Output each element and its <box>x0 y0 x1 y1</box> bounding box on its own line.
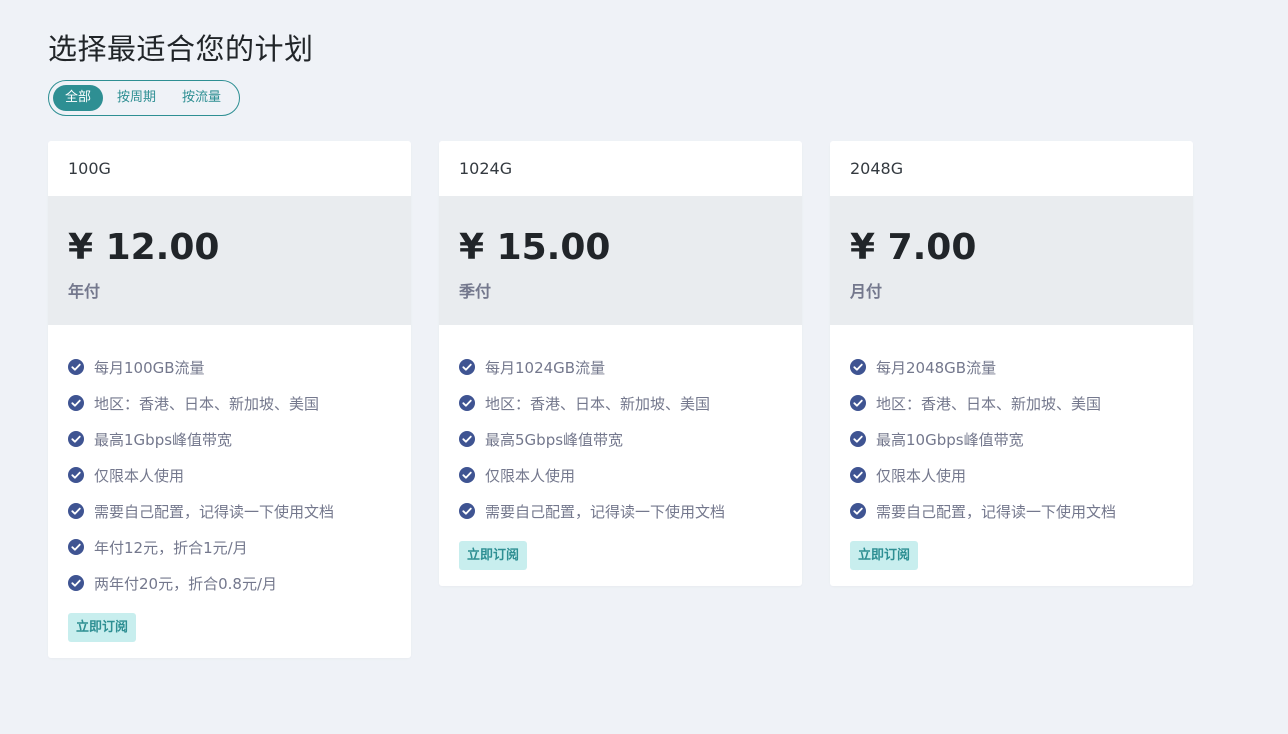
feature-item: 仅限本人使用 <box>459 457 782 493</box>
plan-cards: 100G ¥ 12.00 年付 每月100GB流量 地区：香港、日本、新加坡、美… <box>48 141 1221 658</box>
plan-price: ¥ 15.00 <box>459 227 611 268</box>
feature-text: 仅限本人使用 <box>485 466 576 485</box>
feature-text: 地区：香港、日本、新加坡、美国 <box>94 394 320 413</box>
feature-item: 最高1Gbps峰值带宽 <box>68 421 391 457</box>
feature-text: 最高5Gbps峰值带宽 <box>485 430 624 449</box>
feature-item: 最高5Gbps峰值带宽 <box>459 421 782 457</box>
feature-item: 最高10Gbps峰值带宽 <box>850 421 1173 457</box>
feature-text: 需要自己配置，记得读一下使用文档 <box>485 502 726 521</box>
plan-period: 季付 <box>459 282 492 301</box>
check-circle-icon <box>850 395 866 411</box>
check-circle-icon <box>68 503 84 519</box>
feature-text: 每月100GB流量 <box>94 358 205 377</box>
feature-item: 仅限本人使用 <box>850 457 1173 493</box>
check-circle-icon <box>68 395 84 411</box>
filter-by-period-button[interactable]: 按周期 <box>105 85 168 111</box>
plan-name: 2048G <box>850 159 904 178</box>
feature-text: 需要自己配置，记得读一下使用文档 <box>876 502 1117 521</box>
feature-text: 两年付20元，折合0.8元/月 <box>94 574 277 593</box>
plan-card-100g: 100G ¥ 12.00 年付 每月100GB流量 地区：香港、日本、新加坡、美… <box>48 141 411 658</box>
plan-price: ¥ 7.00 <box>850 227 977 268</box>
price-panel: ¥ 12.00 年付 <box>48 196 411 325</box>
check-circle-icon <box>850 503 866 519</box>
feature-item: 地区：香港、日本、新加坡、美国 <box>850 385 1173 421</box>
feature-item: 仅限本人使用 <box>68 457 391 493</box>
feature-item: 需要自己配置，记得读一下使用文档 <box>850 493 1173 529</box>
feature-text: 最高10Gbps峰值带宽 <box>876 430 1024 449</box>
check-circle-icon <box>850 467 866 483</box>
plan-period: 月付 <box>850 282 883 301</box>
feature-item: 两年付20元，折合0.8元/月 <box>68 565 391 601</box>
feature-item: 需要自己配置，记得读一下使用文档 <box>68 493 391 529</box>
feature-text: 最高1Gbps峰值带宽 <box>94 430 233 449</box>
check-circle-icon <box>68 359 84 375</box>
feature-item: 地区：香港、日本、新加坡、美国 <box>68 385 391 421</box>
check-circle-icon <box>459 359 475 375</box>
subscribe-button[interactable]: 立即订阅 <box>850 541 919 570</box>
check-circle-icon <box>68 467 84 483</box>
subscribe-button[interactable]: 立即订阅 <box>68 613 137 642</box>
filter-all-button[interactable]: 全部 <box>53 85 104 111</box>
plan-name: 100G <box>68 159 111 178</box>
check-circle-icon <box>459 503 475 519</box>
check-circle-icon <box>459 431 475 447</box>
feature-list: 每月100GB流量 地区：香港、日本、新加坡、美国 最高1Gbps峰值带宽 仅限… <box>48 325 411 601</box>
feature-item: 地区：香港、日本、新加坡、美国 <box>459 385 782 421</box>
plan-period: 年付 <box>68 282 101 301</box>
check-circle-icon <box>68 539 84 555</box>
feature-item: 需要自己配置，记得读一下使用文档 <box>459 493 782 529</box>
plan-filter-group: 全部 按周期 按流量 <box>48 80 241 116</box>
feature-list: 每月1024GB流量 地区：香港、日本、新加坡、美国 最高5Gbps峰值带宽 仅… <box>439 325 802 529</box>
feature-text: 仅限本人使用 <box>94 466 185 485</box>
feature-list: 每月2048GB流量 地区：香港、日本、新加坡、美国 最高10Gbps峰值带宽 … <box>830 325 1193 529</box>
check-circle-icon <box>68 431 84 447</box>
feature-item: 每月1024GB流量 <box>459 349 782 385</box>
plan-name: 1024G <box>459 159 513 178</box>
plan-card-2048g: 2048G ¥ 7.00 月付 每月2048GB流量 地区：香港、日本、新加坡、… <box>830 141 1193 586</box>
check-circle-icon <box>459 395 475 411</box>
subscribe-button[interactable]: 立即订阅 <box>459 541 528 570</box>
plan-price: ¥ 12.00 <box>68 227 220 268</box>
price-panel: ¥ 15.00 季付 <box>439 196 802 325</box>
page-title: 选择最适合您的计划 <box>48 32 314 66</box>
filter-by-traffic-button[interactable]: 按流量 <box>170 85 233 111</box>
feature-item: 年付12元，折合1元/月 <box>68 529 391 565</box>
feature-text: 年付12元，折合1元/月 <box>94 538 248 557</box>
feature-item: 每月100GB流量 <box>68 349 391 385</box>
feature-text: 仅限本人使用 <box>876 466 967 485</box>
check-circle-icon <box>850 359 866 375</box>
plan-card-1024g: 1024G ¥ 15.00 季付 每月1024GB流量 地区：香港、日本、新加坡… <box>439 141 802 586</box>
feature-item: 每月2048GB流量 <box>850 349 1173 385</box>
price-panel: ¥ 7.00 月付 <box>830 196 1193 325</box>
feature-text: 地区：香港、日本、新加坡、美国 <box>876 394 1102 413</box>
check-circle-icon <box>459 467 475 483</box>
check-circle-icon <box>850 431 866 447</box>
feature-text: 每月2048GB流量 <box>876 358 997 377</box>
feature-text: 需要自己配置，记得读一下使用文档 <box>94 502 335 521</box>
check-circle-icon <box>68 575 84 591</box>
feature-text: 每月1024GB流量 <box>485 358 606 377</box>
feature-text: 地区：香港、日本、新加坡、美国 <box>485 394 711 413</box>
